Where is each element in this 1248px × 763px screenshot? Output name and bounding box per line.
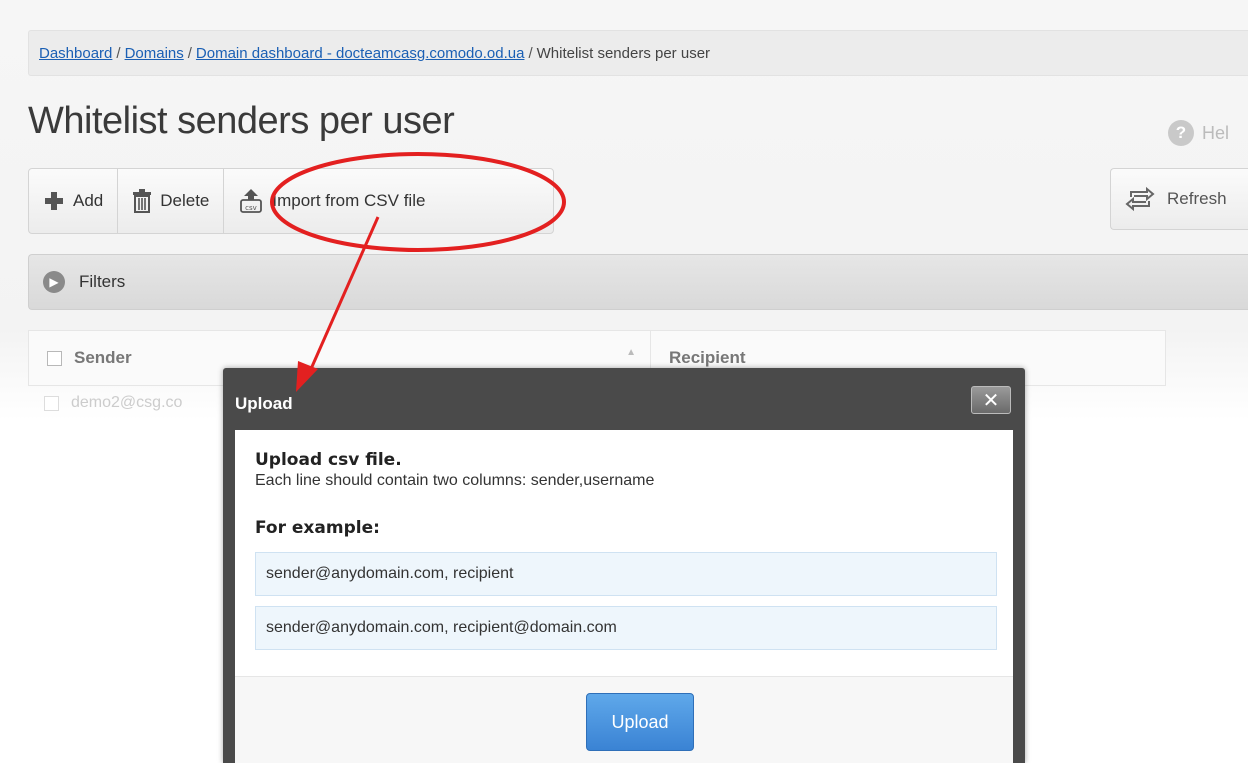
- import-csv-label: Import from CSV file: [272, 191, 426, 210]
- filters-label: Filters: [79, 272, 126, 291]
- csv-import-icon: csv: [240, 189, 263, 213]
- upload-heading: Upload csv file.: [255, 450, 402, 470]
- toolbar: Add Delete csv Import from CSV file: [28, 168, 554, 234]
- column-header-label: Sender: [74, 348, 132, 367]
- breadcrumb-link-domain-dashboard[interactable]: Domain dashboard - docteamcasg.comodo.od…: [196, 45, 525, 62]
- example-heading: For example:: [255, 518, 380, 538]
- page-title: Whitelist senders per user: [28, 100, 455, 142]
- breadcrumb-separator: /: [528, 45, 533, 62]
- close-button[interactable]: ✕: [971, 386, 1011, 414]
- refresh-button[interactable]: Refresh: [1110, 168, 1248, 230]
- table-cell-sender: demo2@csg.co: [71, 394, 183, 411]
- refresh-label: Refresh: [1167, 189, 1227, 208]
- help-label: Hel: [1202, 122, 1230, 143]
- row-checkbox[interactable]: [44, 395, 59, 411]
- refresh-icon: [1125, 186, 1155, 212]
- filters-toggle[interactable]: ▶ Filters: [28, 254, 1248, 310]
- table-row[interactable]: demo2@csg.co: [28, 394, 182, 412]
- csv-icon-text: csv: [246, 204, 258, 212]
- example-line: sender@anydomain.com, recipient@domain.c…: [255, 606, 997, 650]
- delete-button-label: Delete: [160, 191, 210, 210]
- breadcrumb-separator: /: [187, 45, 192, 62]
- add-button-label: Add: [73, 191, 104, 210]
- breadcrumb-link-domains[interactable]: Domains: [125, 45, 184, 62]
- column-header-label: Recipient: [669, 348, 746, 367]
- breadcrumb-link-dashboard[interactable]: Dashboard: [39, 45, 112, 62]
- dialog-footer: Upload: [235, 676, 1013, 763]
- dialog-header: Upload ✕: [223, 368, 1025, 430]
- add-button[interactable]: Add: [29, 169, 119, 233]
- breadcrumb-separator: /: [116, 45, 121, 62]
- breadcrumb-current: Whitelist senders per user: [536, 45, 711, 62]
- upload-dialog: Upload ✕ Upload csv file. Each line shou…: [223, 368, 1025, 763]
- dialog-body: Upload csv file. Each line should contai…: [235, 430, 1013, 676]
- upload-button[interactable]: Upload: [586, 693, 694, 751]
- import-csv-button[interactable]: csv Import from CSV file: [224, 169, 439, 233]
- dialog-title: Upload: [235, 394, 293, 413]
- close-icon: ✕: [982, 389, 1000, 412]
- upload-description: Each line should contain two columns: se…: [255, 472, 655, 489]
- select-all-checkbox[interactable]: [47, 350, 62, 366]
- help-link[interactable]: ? Hel: [1168, 120, 1229, 146]
- delete-button[interactable]: Delete: [118, 169, 225, 233]
- help-icon: ?: [1168, 120, 1194, 146]
- trash-icon: [133, 189, 152, 213]
- plus-icon: [45, 192, 63, 210]
- sort-arrow-icon: ▲: [626, 347, 636, 358]
- breadcrumb: Dashboard / Domains / Domain dashboard - doc…: [28, 30, 1248, 76]
- chevron-right-icon: ▶: [43, 271, 65, 293]
- example-line: sender@anydomain.com, recipient: [255, 552, 997, 596]
- page: Dashboard / Domains / Domain dashboard - doc…: [0, 0, 1248, 763]
